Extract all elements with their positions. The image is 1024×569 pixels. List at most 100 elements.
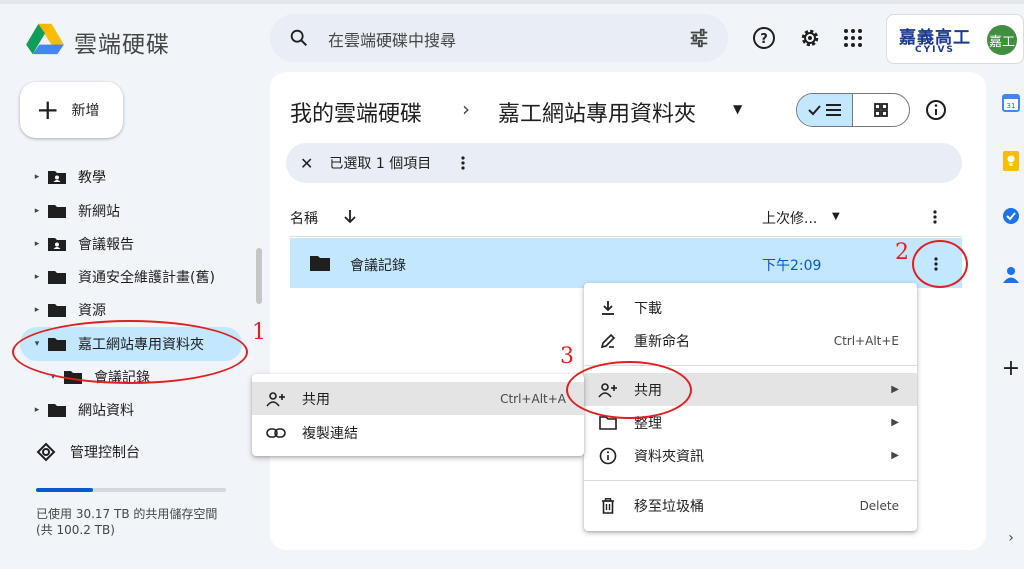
annotation-number-1: 1 [252,320,266,345]
annotation-number-2: 2 [895,240,909,265]
annotation-number-3: 3 [560,344,574,369]
breadcrumb-current[interactable]: 嘉工網站專用資料夾 [498,96,696,128]
sidebar-item-label: 資通安全維護計畫(舊) [78,270,215,286]
account-badge[interactable]: 嘉義高工 CYIVS 嘉工 [886,14,1024,64]
keep-icon[interactable] [998,150,1024,172]
submenu-arrow-icon: ▶ [891,417,899,428]
sidebar-item-teaching[interactable]: ▸ 教學 [30,164,106,190]
help-icon[interactable]: ? [751,25,777,51]
menu-label: 複製連結 [302,425,358,442]
admin-shield-icon [36,442,56,462]
menu-label: 移至垃圾桶 [634,498,704,515]
storage-text[interactable]: 已使用 30.17 TB 的共用儲存空間 (共 100.2 TB) [36,506,236,538]
submenu-item-copy-link[interactable]: 複製連結 [252,416,584,449]
view-toggle[interactable] [796,93,910,127]
contacts-icon[interactable] [998,264,1024,286]
submenu-item-share[interactable]: 共用 Ctrl+Alt+A [252,382,584,415]
search-box[interactable]: 在雲端硬碟中搜尋 [270,14,728,62]
expand-arrow-icon[interactable]: ▸ [30,272,44,282]
sidebar-item-label: 新網站 [78,204,120,220]
expand-panel-chevron-icon[interactable]: › [998,528,1024,548]
submenu-arrow-icon: ▶ [891,384,899,395]
clear-selection-icon[interactable]: ✕ [300,154,313,173]
download-icon [598,298,618,318]
sidebar-item-admin-console[interactable]: 管理控制台 [36,440,140,464]
sidebar-item-label: 教學 [78,170,106,186]
expand-arrow-icon[interactable]: ▸ [30,172,44,182]
submenu-arrow-icon: ▶ [891,450,899,461]
person-add-icon [266,389,286,409]
search-input[interactable]: 在雲端硬碟中搜尋 [328,27,456,51]
new-button[interactable]: + 新增 [20,82,123,138]
more-actions-icon[interactable] [461,156,465,170]
menu-shortcut: Delete [859,498,899,513]
info-icon [598,446,618,466]
folder-icon [48,270,66,284]
expand-arrow-icon[interactable]: ▸ [30,206,44,216]
folder-icon [48,403,66,417]
menu-item-trash[interactable]: 移至垃圾桶 Delete [584,489,917,522]
menu-item-folder-info[interactable]: 資料夾資訊 ▶ [584,439,917,472]
sidebar-item-new-website[interactable]: ▸ 新網站 [30,198,120,224]
sidebar-item-security-plan[interactable]: ▸ 資通安全維護計畫(舊) [30,264,215,290]
plus-icon: + [36,93,60,126]
file-name: 會議記錄 [350,258,406,274]
menu-divider [584,480,917,481]
table-row[interactable]: 會議記錄 下午2:09 [290,238,962,288]
shared-folder-icon [48,237,66,251]
shared-folder-icon [48,170,66,184]
menu-label: 重新命名 [634,333,690,350]
apps-grid-icon[interactable] [840,25,866,51]
menu-item-download[interactable]: 下載 [584,291,917,324]
sidebar-item-resources[interactable]: ▸ 資源 [30,297,106,323]
search-icon[interactable] [288,27,310,49]
expand-arrow-icon[interactable]: ▸ [30,405,44,415]
sidebar-item-label: 會議報告 [78,237,134,253]
drive-logo-icon[interactable] [26,22,64,56]
sidebar-item-meeting-reports[interactable]: ▸ 會議報告 [30,231,134,257]
sidebar-item-label: 網站資料 [78,403,134,419]
selection-count: 已選取 1 個項目 [329,156,432,172]
annotation-circle-1 [12,320,248,384]
menu-label: 下載 [634,300,662,317]
settings-gear-icon[interactable] [797,25,823,51]
trash-icon [598,496,618,516]
grid-icon [874,103,888,117]
column-header-name[interactable]: 名稱 [290,208,318,228]
sidebar-scrollbar[interactable] [256,248,262,304]
app-title[interactable]: 雲端硬碟 [74,25,170,59]
column-header-modified[interactable]: 上次修... [762,208,817,228]
list-view-button[interactable] [797,94,854,126]
menu-label: 資料夾資訊 [634,448,704,465]
annotation-circle-3 [566,361,692,419]
header-divider [290,236,962,237]
file-modified: 下午2:09 [762,258,822,274]
org-logo-subtitle: CYIVS [915,45,955,55]
expand-arrow-icon[interactable]: ▸ [30,239,44,249]
selection-bar: ✕ 已選取 1 個項目 [286,143,962,183]
column-dropdown-icon[interactable]: ▼ [832,211,840,222]
column-options-icon[interactable] [933,210,937,224]
menu-item-rename[interactable]: 重新命名 Ctrl+Alt+E [584,324,917,357]
expand-arrow-icon[interactable]: ▸ [30,305,44,315]
add-addon-plus-icon[interactable]: + [998,356,1024,381]
folder-icon [48,204,66,218]
folder-icon [310,256,330,271]
menu-label: 共用 [302,391,330,408]
admin-label: 管理控制台 [70,445,140,461]
calendar-icon[interactable]: 31 [998,92,1024,114]
annotation-circle-2 [912,240,968,288]
avatar[interactable]: 嘉工 [987,25,1017,55]
search-options-icon[interactable] [688,27,710,49]
breadcrumb-root[interactable]: 我的雲端硬碟 [290,96,422,128]
sort-down-arrow-icon[interactable] [342,208,358,224]
sidebar-item-website-data[interactable]: ▸ 網站資料 [30,397,134,423]
folder-icon [48,303,66,317]
breadcrumb-dropdown-icon[interactable]: ▼ [733,102,742,116]
tasks-icon[interactable] [998,205,1024,227]
svg-text:?: ? [760,32,768,47]
grid-view-button[interactable] [853,94,909,126]
info-icon[interactable] [924,98,948,122]
pencil-icon [598,331,618,351]
link-icon [266,423,286,443]
